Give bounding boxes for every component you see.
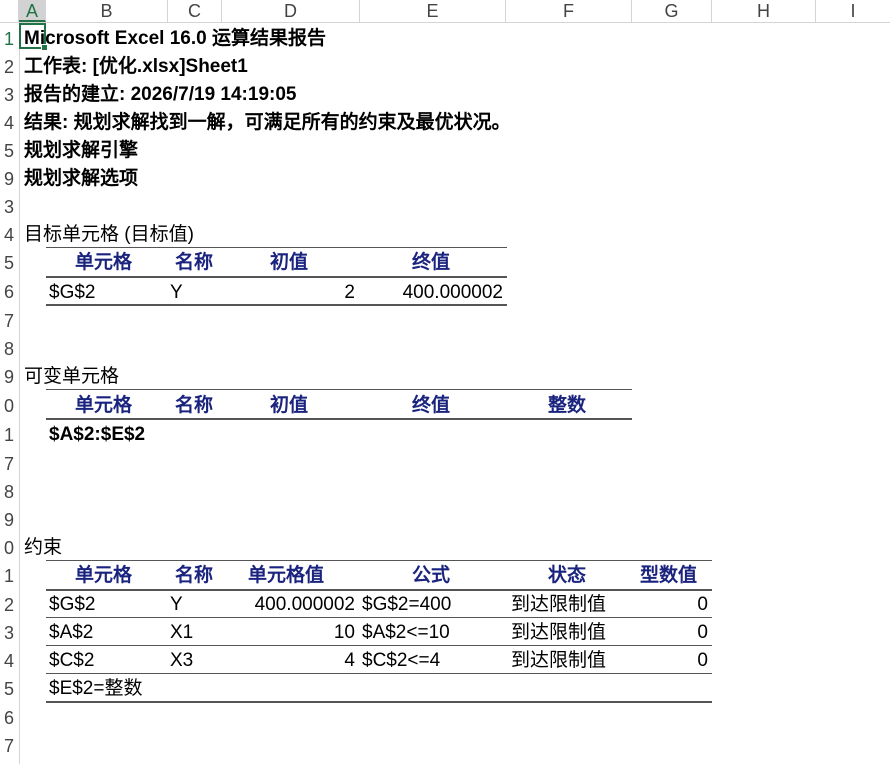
constraint-cell-ref[interactable]: $G$2 xyxy=(49,591,95,619)
row-header[interactable]: 6 xyxy=(0,278,19,306)
row-header[interactable]: 1 xyxy=(0,562,19,590)
column-header-a[interactable]: A xyxy=(19,0,46,22)
variables-section-title[interactable]: 可变单元格 xyxy=(24,363,119,391)
row-header[interactable]: 7 xyxy=(0,307,19,335)
constraints-section-title[interactable]: 约束 xyxy=(24,534,62,562)
constraint-formula[interactable]: $A$2<=10 xyxy=(362,619,450,647)
row-header[interactable]: 6 xyxy=(0,704,19,732)
row-header[interactable]: 2 xyxy=(0,591,19,619)
report-created-time[interactable]: 报告的建立: 2026/7/19 14:19:05 xyxy=(24,81,296,109)
constraints-bottom-border xyxy=(46,701,712,703)
row-header[interactable]: 3 xyxy=(0,619,19,647)
variables-cell-range[interactable]: $A$2:$E$2 xyxy=(49,421,145,449)
objective-name[interactable]: Y xyxy=(170,279,183,307)
row-header[interactable]: 9 xyxy=(0,165,19,193)
row-header[interactable]: 5 xyxy=(0,249,19,277)
constraints-header-cell[interactable]: 单元格 xyxy=(75,562,132,590)
constraint-cell-ref[interactable]: $A$2 xyxy=(49,619,93,647)
report-worksheet[interactable]: 工作表: [优化.xlsx]Sheet1 xyxy=(24,53,248,81)
column-header-d[interactable]: D xyxy=(222,0,360,22)
objective-initial-value[interactable]: 2 xyxy=(222,279,355,307)
constraints-header-slack[interactable]: 型数值 xyxy=(640,562,697,590)
constraint-name[interactable]: X3 xyxy=(170,647,193,675)
column-header-e[interactable]: E xyxy=(360,0,506,22)
objective-header-name[interactable]: 名称 xyxy=(175,249,213,277)
constraint-row-divider xyxy=(46,617,712,618)
row-header[interactable]: 9 xyxy=(0,363,19,391)
constraint-value[interactable]: 10 xyxy=(222,619,355,647)
constraint-slack[interactable]: 0 xyxy=(632,591,708,619)
row-header[interactable]: 8 xyxy=(0,478,19,506)
column-header-c[interactable]: C xyxy=(168,0,222,22)
column-header-f[interactable]: F xyxy=(506,0,632,22)
row-header[interactable]: 0 xyxy=(0,392,19,420)
variables-top-border xyxy=(46,389,632,390)
column-header-b[interactable]: B xyxy=(46,0,168,22)
objective-header-final[interactable]: 终值 xyxy=(412,249,450,277)
constraint-slack[interactable]: 0 xyxy=(632,647,708,675)
column-header-g[interactable]: G xyxy=(632,0,712,22)
objective-top-border xyxy=(46,247,507,248)
objective-header-border xyxy=(46,276,507,278)
variables-header-initial[interactable]: 初值 xyxy=(270,392,308,420)
objective-section-title[interactable]: 目标单元格 (目标值) xyxy=(24,221,194,249)
constraint-slack[interactable]: 0 xyxy=(632,619,708,647)
column-header-i[interactable]: I xyxy=(816,0,890,22)
objective-final-value[interactable]: 400.000002 xyxy=(360,279,503,307)
row-header[interactable]: 4 xyxy=(0,221,19,249)
report-options[interactable]: 规划求解选项 xyxy=(24,165,138,193)
constraint-integer-note[interactable]: $E$2=整数 xyxy=(49,675,142,703)
report-title[interactable]: Microsoft Excel 16.0 运算结果报告 xyxy=(24,25,326,53)
row-header-divider xyxy=(19,22,20,764)
row-header[interactable]: 8 xyxy=(0,335,19,363)
variables-header-border xyxy=(46,418,632,420)
row-header[interactable]: 1 xyxy=(0,421,19,449)
constraints-header-status[interactable]: 状态 xyxy=(548,562,586,590)
constraint-row-divider xyxy=(46,645,712,646)
row-header[interactable]: 5 xyxy=(0,675,19,703)
row-header[interactable]: 7 xyxy=(0,732,19,760)
constraint-cell-ref[interactable]: $C$2 xyxy=(49,647,94,675)
constraint-name[interactable]: Y xyxy=(170,591,183,619)
row-header[interactable]: 3 xyxy=(0,193,19,221)
objective-header-initial[interactable]: 初值 xyxy=(270,249,308,277)
constraints-header-formula[interactable]: 公式 xyxy=(412,562,450,590)
row-header[interactable]: 5 xyxy=(0,137,19,165)
report-result[interactable]: 结果: 规划求解找到一解，可满足所有的约束及最优状况。 xyxy=(24,109,511,137)
objective-bottom-border xyxy=(46,304,507,306)
constraint-status[interactable]: 到达限制值 xyxy=(511,591,606,619)
variables-header-final[interactable]: 终值 xyxy=(412,392,450,420)
column-header-h[interactable]: H xyxy=(712,0,816,22)
row-header[interactable]: 4 xyxy=(0,647,19,675)
column-header-bar: A B C D E F G H I xyxy=(0,0,890,23)
row-header[interactable]: 1 xyxy=(0,25,19,53)
row-header[interactable]: 2 xyxy=(0,53,19,81)
constraint-formula[interactable]: $G$2=400 xyxy=(362,591,451,619)
objective-cell-ref[interactable]: $G$2 xyxy=(49,279,95,307)
constraint-status[interactable]: 到达限制值 xyxy=(511,619,606,647)
constraints-top-border xyxy=(46,560,712,561)
constraint-row-divider xyxy=(46,673,712,674)
report-engine[interactable]: 规划求解引擎 xyxy=(24,137,138,165)
row-header[interactable]: 7 xyxy=(0,450,19,478)
row-header[interactable]: 4 xyxy=(0,109,19,137)
constraints-header-value[interactable]: 单元格值 xyxy=(248,562,324,590)
variables-header-name[interactable]: 名称 xyxy=(175,392,213,420)
constraint-formula[interactable]: $C$2<=4 xyxy=(362,647,440,675)
row-header[interactable]: 3 xyxy=(0,81,19,109)
constraint-name[interactable]: X1 xyxy=(170,619,193,647)
select-all-corner[interactable] xyxy=(0,0,19,22)
row-header[interactable]: 0 xyxy=(0,534,19,562)
constraint-status[interactable]: 到达限制值 xyxy=(511,647,606,675)
variables-header-cell[interactable]: 单元格 xyxy=(75,392,132,420)
constraint-value[interactable]: 400.000002 xyxy=(222,591,355,619)
objective-header-cell[interactable]: 单元格 xyxy=(75,249,132,277)
constraint-value[interactable]: 4 xyxy=(222,647,355,675)
variables-header-integer[interactable]: 整数 xyxy=(548,392,586,420)
row-header[interactable]: 9 xyxy=(0,506,19,534)
constraints-header-name[interactable]: 名称 xyxy=(175,562,213,590)
